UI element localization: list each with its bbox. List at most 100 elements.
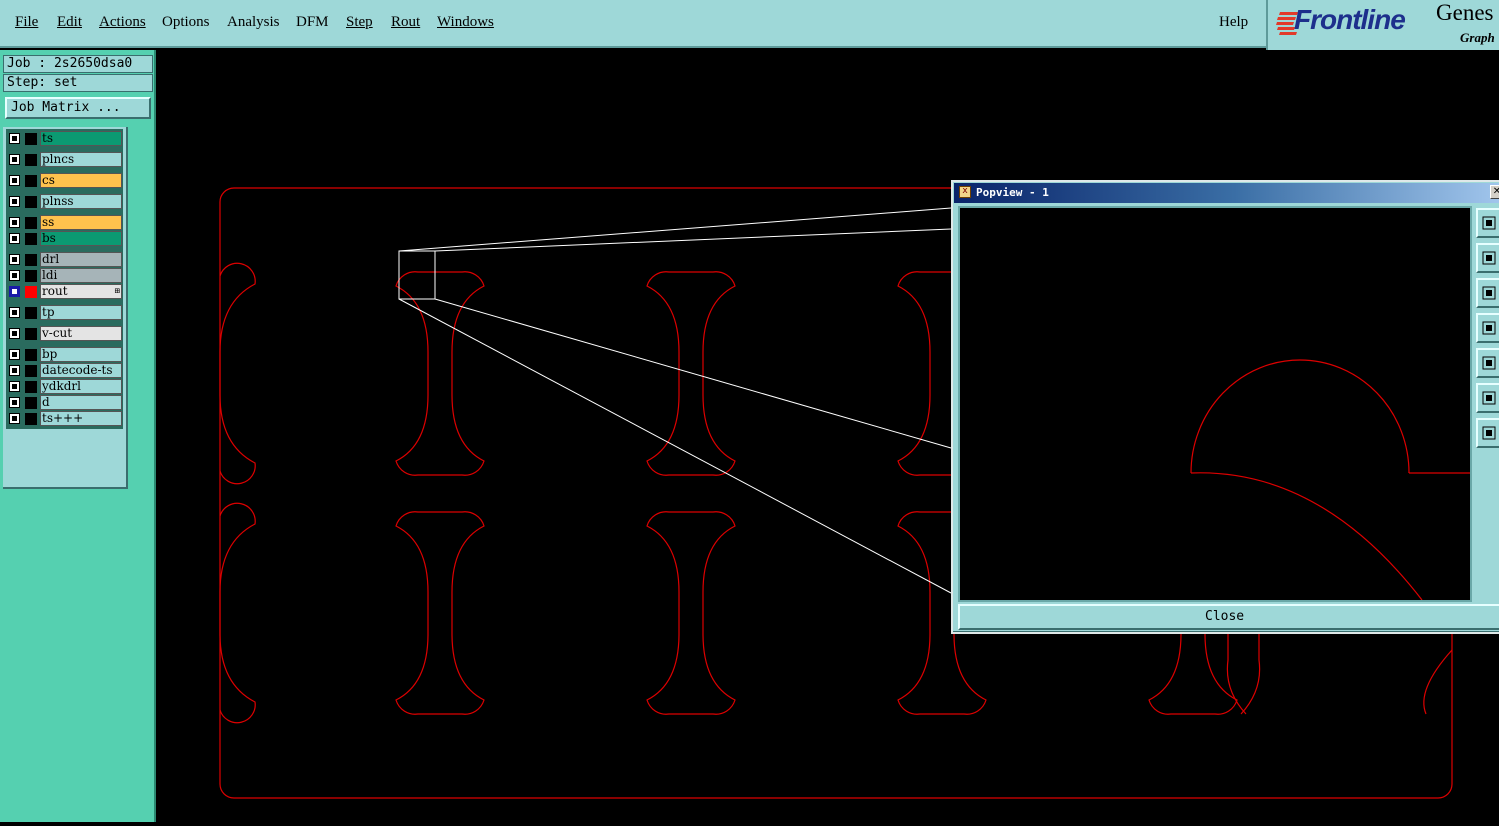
- layer-name-text: ts+++: [42, 411, 84, 425]
- menu-windows[interactable]: Windows: [437, 14, 494, 31]
- window-icon: x: [959, 186, 971, 198]
- pan-right-icon[interactable]: [1476, 348, 1499, 378]
- layer-row-tp[interactable]: tp: [6, 305, 123, 320]
- menu-help[interactable]: Help: [1219, 14, 1248, 31]
- layer-row-bp[interactable]: bp: [6, 347, 123, 362]
- close-button[interactable]: Close: [958, 604, 1499, 630]
- menu-dfm[interactable]: DFM: [296, 14, 329, 31]
- popview-title: Popview - 1: [976, 186, 1049, 199]
- zoom-out-icon[interactable]: [1476, 418, 1499, 448]
- layer-name[interactable]: cs: [40, 173, 122, 188]
- logo-tagline: Graph: [1460, 30, 1495, 45]
- layer-color-indicator: [25, 154, 37, 166]
- rout-slot: [646, 511, 736, 715]
- layer-name-text: rout: [42, 284, 68, 298]
- step-name: Step: set: [3, 74, 153, 92]
- layer-color-indicator: [25, 349, 37, 361]
- rout-slot: [395, 511, 485, 715]
- close-icon[interactable]: ✕: [1490, 185, 1499, 199]
- menu-rout[interactable]: Rout: [391, 14, 420, 31]
- layer-row-v-cut[interactable]: v-cut: [6, 326, 123, 341]
- layer-checkbox[interactable]: [9, 196, 20, 207]
- layer-name-text: cs: [42, 173, 55, 187]
- layer-name[interactable]: v-cut: [40, 326, 122, 341]
- layer-name[interactable]: ydkdrl: [40, 379, 122, 394]
- layer-row-cs[interactable]: cs: [6, 173, 123, 188]
- popview-titlebar[interactable]: x Popview - 1 ✕: [954, 183, 1499, 203]
- menu-edit[interactable]: Edit: [57, 14, 82, 31]
- popview-canvas[interactable]: [958, 206, 1480, 602]
- layer-row-plnss[interactable]: plnss: [6, 194, 123, 209]
- layer-name[interactable]: ldi: [40, 268, 122, 283]
- layer-name[interactable]: datecode-ts: [40, 363, 122, 378]
- layer-checkbox[interactable]: [9, 270, 20, 281]
- popview-window: x Popview - 1 ✕ Close: [951, 180, 1499, 634]
- pan-up-icon[interactable]: [1476, 243, 1499, 273]
- layer-name[interactable]: bs: [40, 231, 122, 246]
- pan-down-icon[interactable]: [1476, 278, 1499, 308]
- layer-color-indicator: [25, 328, 37, 340]
- layer-name[interactable]: ts: [40, 131, 122, 146]
- layer-name[interactable]: ts+++: [40, 411, 122, 426]
- layer-name[interactable]: drl: [40, 252, 122, 267]
- layer-row-ts[interactable]: ts: [6, 131, 123, 146]
- layer-name[interactable]: d: [40, 395, 122, 410]
- layer-row-bs[interactable]: bs: [6, 231, 123, 246]
- layer-color-indicator: [25, 233, 37, 245]
- layer-checkbox[interactable]: [9, 397, 20, 408]
- menu-file[interactable]: File: [15, 14, 38, 31]
- logo-product: Genes: [1436, 0, 1494, 25]
- menu-step[interactable]: Step: [346, 14, 373, 31]
- zoom-line-top-inner: [434, 228, 952, 252]
- layer-name[interactable]: plncs: [40, 152, 122, 167]
- menu-bar: File Edit Actions Options Analysis DFM S…: [0, 0, 1266, 48]
- menu-analysis[interactable]: Analysis: [227, 14, 280, 31]
- layer-checkbox[interactable]: [9, 328, 20, 339]
- layer-checkbox[interactable]: [9, 349, 20, 360]
- layer-checkbox[interactable]: [9, 254, 20, 265]
- layer-row-drl[interactable]: drl: [6, 252, 123, 267]
- layer-row-ts-[interactable]: ts+++: [6, 411, 123, 426]
- layer-checkbox[interactable]: [9, 381, 20, 392]
- layer-name-text: plnss: [42, 194, 74, 208]
- menu-actions[interactable]: Actions: [99, 14, 146, 31]
- edge-half-slot: [219, 502, 256, 724]
- zoom-arc-top: [1190, 359, 1410, 474]
- job-matrix-button[interactable]: Job Matrix ...: [5, 97, 151, 119]
- pan-left-icon[interactable]: [1476, 313, 1499, 343]
- layer-checkbox[interactable]: [9, 413, 20, 424]
- layer-row-d[interactable]: d: [6, 395, 123, 410]
- layer-checkbox[interactable]: [9, 286, 20, 297]
- layer-checkbox[interactable]: [9, 154, 20, 165]
- layer-color-indicator: [25, 413, 37, 425]
- layer-row-ldi[interactable]: ldi: [6, 268, 123, 283]
- zoom-in-icon[interactable]: [1476, 383, 1499, 413]
- layer-name-text: bp: [42, 347, 58, 361]
- menu-options[interactable]: Options: [162, 14, 210, 31]
- job-name: Job : 2s2650dsa0: [3, 55, 153, 73]
- zoom-home-icon[interactable]: [1476, 208, 1499, 238]
- layer-checkbox[interactable]: [9, 307, 20, 318]
- layer-name-text: ydkdrl: [42, 379, 81, 393]
- layer-name[interactable]: bp: [40, 347, 122, 362]
- layer-checkbox[interactable]: [9, 175, 20, 186]
- layer-name-text: drl: [42, 252, 60, 266]
- layer-name-text: datecode-ts: [42, 363, 113, 377]
- layer-name[interactable]: ss: [40, 215, 122, 230]
- layer-name[interactable]: plnss: [40, 194, 122, 209]
- layer-row-datecode-ts[interactable]: datecode-ts: [6, 363, 123, 378]
- layer-checkbox[interactable]: [9, 217, 20, 228]
- layer-checkbox[interactable]: [9, 233, 20, 244]
- layer-name[interactable]: rout ⊞: [40, 284, 122, 299]
- layer-checkbox[interactable]: [9, 365, 20, 376]
- layer-color-indicator: [25, 365, 37, 377]
- layer-row-rout[interactable]: rout ⊞: [6, 284, 123, 299]
- layer-checkbox[interactable]: [9, 133, 20, 144]
- layer-row-ydkdrl[interactable]: ydkdrl: [6, 379, 123, 394]
- rout-slot: [395, 271, 485, 476]
- layer-row-plncs[interactable]: plncs: [6, 152, 123, 167]
- layer-color-indicator: [25, 286, 37, 298]
- layer-row-ss[interactable]: ss: [6, 215, 123, 230]
- layer-name[interactable]: tp: [40, 305, 122, 320]
- popview-toolbar: [1474, 206, 1499, 602]
